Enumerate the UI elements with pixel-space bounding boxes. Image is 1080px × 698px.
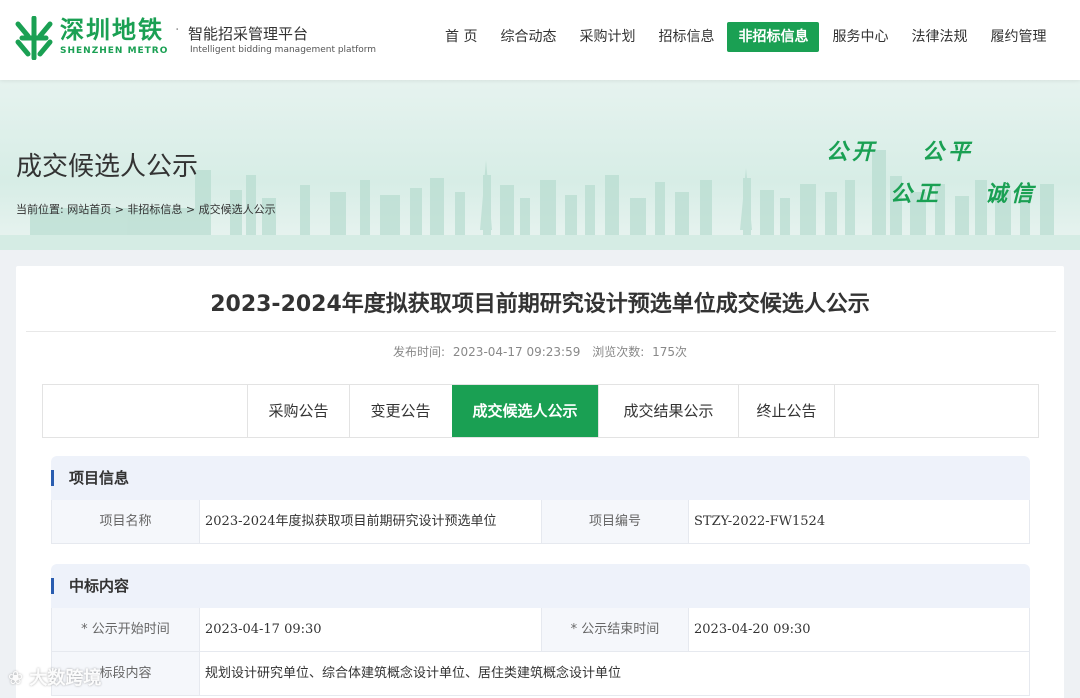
end-time-value: 2023-04-20 09:30 xyxy=(688,608,1029,651)
project-code-value: STZY-2022-FW1524 xyxy=(688,500,1029,543)
logo-text-cn: 深圳地铁 xyxy=(60,16,164,44)
nav-laws[interactable]: 法律法规 xyxy=(901,22,977,52)
tab-result-notice[interactable]: 成交结果公示 xyxy=(598,385,738,437)
start-time-value: 2023-04-17 09:30 xyxy=(199,608,541,651)
watermark-icon: ❀ xyxy=(8,668,30,689)
nav-home[interactable]: 首 页 xyxy=(435,22,487,52)
tab-candidate-notice[interactable]: 成交候选人公示 xyxy=(452,385,598,437)
publish-time: 2023-04-17 09:23:59 xyxy=(452,345,581,359)
lot-content-row: 标段内容 规划设计研究单位、综合体建筑概念设计单位、居住类建筑概念设计单位 xyxy=(51,652,1030,696)
article-title: 2023-2024年度拟获取项目前期研究设计预选单位成交候选人公示 xyxy=(210,292,870,317)
nav-non-bidding-info[interactable]: 非招标信息 xyxy=(727,22,820,52)
breadcrumb[interactable]: 当前位置: 网站首页 > 非招标信息 > 成交候选人公示 xyxy=(16,201,276,217)
tab-change-notice[interactable]: 变更公告 xyxy=(349,385,451,437)
views-label: 浏览次数: xyxy=(592,345,645,359)
award-content-section: 中标内容 * 公示开始时间 2023-04-17 09:30 * 公示结束时间 … xyxy=(51,564,1030,696)
slogan-just: 公正 xyxy=(890,182,943,207)
lot-content-value: 规划设计研究单位、综合体建筑概念设计单位、居住类建筑概念设计单位 xyxy=(199,652,1029,695)
award-content-heading: 中标内容 xyxy=(51,564,1030,608)
nav-service-center[interactable]: 服务中心 xyxy=(822,22,898,52)
project-info-heading: 项目信息 xyxy=(51,456,1030,500)
slogan-fair: 公平 xyxy=(922,140,975,165)
watermark: ❀ 大数跨境 xyxy=(8,664,101,690)
top-header: 深圳地铁 SHENZHEN METRO · 智能招采管理平台 Intellige… xyxy=(0,0,1080,80)
article-meta: 发布时间: 2023-04-17 09:23:59 浏览次数: 175次 xyxy=(16,343,1064,360)
tab-termination-notice[interactable]: 终止公告 xyxy=(738,385,834,437)
slogan-integrity: 诚信 xyxy=(985,182,1038,207)
nav-performance[interactable]: 履约管理 xyxy=(980,22,1056,52)
slogan-open: 公开 xyxy=(826,140,879,165)
platform-name-en: Intelligent bidding management platform xyxy=(190,45,377,55)
title-divider xyxy=(26,331,1056,332)
project-info-section: 项目信息 项目名称 2023-2024年度拟获取项目前期研究设计预选单位 项目编… xyxy=(51,456,1030,544)
project-info-row: 项目名称 2023-2024年度拟获取项目前期研究设计预选单位 项目编号 STZ… xyxy=(51,500,1030,544)
logo-separator: · xyxy=(175,22,180,38)
publicity-period-row: * 公示开始时间 2023-04-17 09:30 * 公示结束时间 2023-… xyxy=(51,608,1030,652)
nav-bidding-info[interactable]: 招标信息 xyxy=(648,22,724,52)
nav-news[interactable]: 综合动态 xyxy=(490,22,566,52)
tab-end-divider xyxy=(834,385,835,437)
project-code-label: 项目编号 xyxy=(541,500,688,543)
watermark-text: 大数跨境 xyxy=(29,668,102,689)
shenzhen-metro-logo-icon[interactable] xyxy=(14,16,54,60)
publish-time-label: 发布时间: xyxy=(393,345,446,359)
platform-name: 智能招采管理平台 xyxy=(188,25,309,43)
logo-text-en: SHENZHEN METRO xyxy=(60,46,169,56)
views-count: 175次 xyxy=(652,345,687,359)
page-banner: 成交候选人公示 当前位置: 网站首页 > 非招标信息 > 成交候选人公示 公开 … xyxy=(0,80,1080,250)
end-time-label: * 公示结束时间 xyxy=(541,608,688,651)
nav-procurement-plan[interactable]: 采购计划 xyxy=(569,22,645,52)
notice-tabs: 采购公告 变更公告 成交候选人公示 成交结果公示 终止公告 xyxy=(42,384,1039,438)
project-name-label: 项目名称 xyxy=(52,500,199,543)
project-name-value: 2023-2024年度拟获取项目前期研究设计预选单位 xyxy=(199,500,541,543)
content-card: 2023-2024年度拟获取项目前期研究设计预选单位成交候选人公示 发布时间: … xyxy=(16,266,1064,698)
page-title: 成交候选人公示 xyxy=(16,152,199,182)
start-time-label: * 公示开始时间 xyxy=(52,608,199,651)
tab-procurement-notice[interactable]: 采购公告 xyxy=(247,385,349,437)
main-nav: 首 页 综合动态 采购计划 招标信息 非招标信息 服务中心 法律法规 履约管理 xyxy=(435,22,1059,52)
